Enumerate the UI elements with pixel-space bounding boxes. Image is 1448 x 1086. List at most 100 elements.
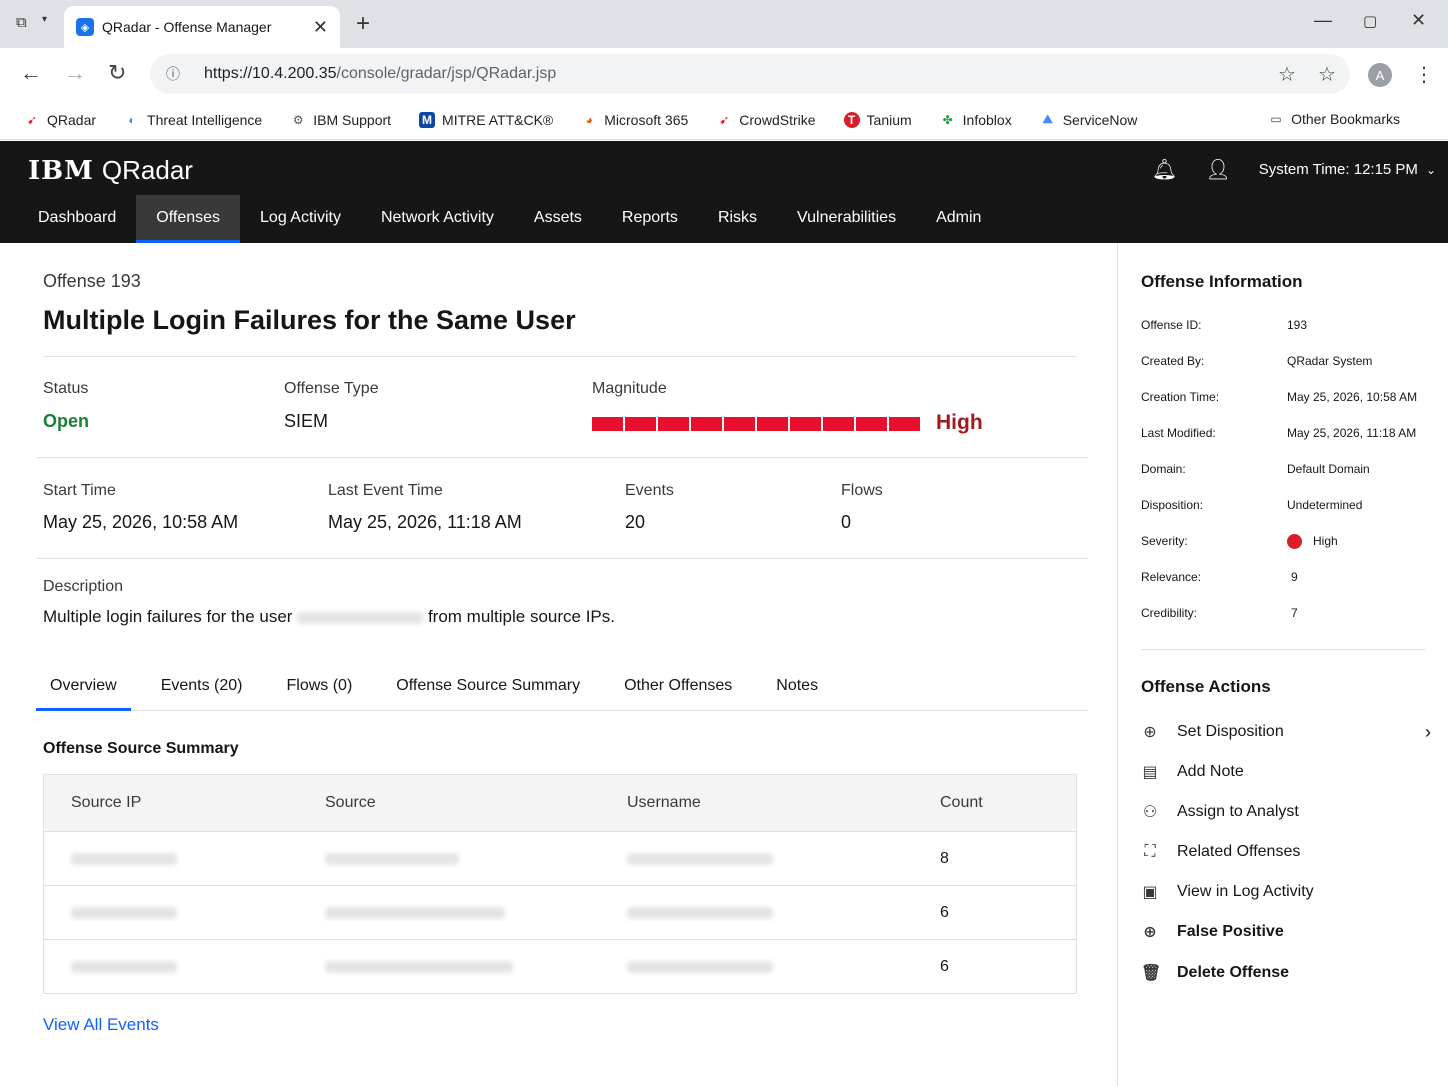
bookmark-threat-intelligence[interactable]: ◐ Threat Intelligence [124,112,262,128]
minimize-icon[interactable]: — [1314,10,1332,31]
assign-analyst-action[interactable]: ⚇ Assign to Analyst [1141,800,1431,824]
source-summary-table: Source IP Source Username Count 8 6 6 [43,774,1077,994]
bookmark-star-icon[interactable]: ☆ [1278,62,1296,87]
last-event-value: May 25, 2026, 11:18 AM [328,512,522,532]
browser-tab-bar: ⧉ ▾ ◈ QRadar - Offense Manager ✕ + — ▢ ✕ [0,0,1448,48]
events-value: 20 [625,512,646,532]
nav-network-activity[interactable]: Network Activity [361,195,514,243]
tab-overview[interactable]: Overview [36,667,131,711]
magnitude-segment [823,417,854,431]
tab-notes[interactable]: Notes [762,667,832,711]
table-row[interactable]: 6 [44,885,1076,939]
site-info-icon[interactable]: ⓘ [166,64,186,84]
back-icon[interactable]: ← [20,60,42,86]
divider [43,356,1077,357]
servicenow-icon: ⛰ [1042,112,1053,126]
redacted-username [627,960,773,973]
magnitude-segment [658,417,689,431]
trash-icon: 🗑︎ [1141,965,1162,982]
nav-vulnerabilities[interactable]: Vulnerabilities [777,195,916,243]
qradar-header: IBM QRadar 🔔︎ 👤︎ System Time: 12:15 PM ⌄ … [0,141,1448,243]
redacted-source-ip [71,960,177,973]
bookmark-qradar[interactable]: ➹ QRadar [24,112,96,128]
add-note-action[interactable]: ▤ Add Note [1141,760,1431,784]
forward-icon[interactable]: → [64,60,86,86]
bookmark-infoblox[interactable]: ✤ Infoblox [940,112,1012,128]
tab-actions-icon[interactable]: ⧉ [16,14,27,31]
nav-log-activity[interactable]: Log Activity [240,195,361,243]
bookmark-tanium[interactable]: T Tanium [843,111,912,128]
mitre-icon: M [419,111,436,128]
notifications-bell-icon[interactable]: 🔔︎ [1152,157,1177,182]
other-bookmarks[interactable]: ▭ Other Bookmarks [1268,111,1400,127]
delete-offense-action[interactable]: 🗑︎ Delete Offense [1141,961,1431,985]
related-offenses-action[interactable]: ⛶ Related Offenses [1141,840,1431,864]
bookmarks-icon[interactable]: ☆ [1318,62,1336,87]
info-creation-time: Creation Time: May 25, 2026, 10:58 AM [1141,390,1418,404]
offense-side-panel: Offense Information Offense ID: 193 Creat… [1117,243,1448,1086]
new-tab-button[interactable]: + [356,10,370,38]
bookmark-ibm-support[interactable]: ⚙ IBM Support [290,112,391,128]
reload-icon[interactable]: ↻ [108,60,126,86]
browser-menu-icon[interactable]: ⋮ [1414,62,1434,87]
bookmark-microsoft-365[interactable]: ◕ Microsoft 365 [581,112,689,128]
browser-tab-active[interactable]: ◈ QRadar - Offense Manager ✕ [64,6,340,48]
redacted-username [627,906,773,919]
info-severity: Severity: High [1141,534,1338,550]
info-relevance: Relevance: 9 [1141,570,1298,584]
globe-icon: ◐ [128,112,136,127]
tab-search-icon[interactable]: ▾ [42,14,47,25]
user-icon: ⚇ [1142,804,1158,821]
bookmark-mitre[interactable]: M MITRE ATT&CK® [419,111,553,128]
tab-events[interactable]: Events (20) [147,667,257,711]
close-window-icon[interactable]: ✕ [1411,10,1426,31]
document-view-icon: ▣ [1142,884,1158,901]
table-row[interactable]: 8 [44,831,1076,885]
tab-close-icon[interactable]: ✕ [313,17,328,38]
set-disposition-action[interactable]: ⊕ Set Disposition › [1141,720,1431,744]
magnitude-bar [592,417,922,431]
maximize-icon[interactable]: ▢ [1363,12,1377,30]
offense-number: Offense 193 [43,271,141,291]
view-log-activity-action[interactable]: ▣ View in Log Activity [1141,880,1431,904]
system-time[interactable]: System Time: 12:15 PM [1259,161,1418,178]
bookmark-servicenow[interactable]: ⛰ ServiceNow [1040,112,1138,128]
nav-dashboard[interactable]: Dashboard [18,195,136,243]
nav-admin[interactable]: Admin [916,195,1001,243]
chevron-down-icon[interactable]: ⌄ [1426,163,1436,177]
profile-avatar[interactable]: A [1368,63,1392,87]
tab-flows[interactable]: Flows (0) [273,667,367,711]
view-all-events-link[interactable]: View All Events [43,1015,159,1035]
divider [36,558,1088,559]
redacted-source [325,906,505,919]
magnitude-segment [625,417,656,431]
tab-offense-source-summary[interactable]: Offense Source Summary [382,667,594,711]
nav-reports[interactable]: Reports [602,195,698,243]
column-header-username[interactable]: Username [627,794,701,812]
address-bar[interactable]: ⓘ https://10.4.200.35/console/gradar/jsp… [150,54,1350,94]
user-profile-icon[interactable]: 👤︎ [1205,157,1230,182]
column-header-source-ip[interactable]: Source IP [71,794,141,812]
qradar-logo[interactable]: IBM QRadar [28,155,193,186]
magnitude-segment [724,417,755,431]
redacted-source-ip [71,852,177,865]
column-header-count[interactable]: Count [940,794,983,812]
table-row[interactable]: 6 [44,939,1076,993]
column-header-source[interactable]: Source [325,794,376,812]
flows-value: 0 [841,512,852,532]
divider [1141,649,1425,650]
magnitude-segment [889,417,920,431]
focus-icon: ⛶ [1144,843,1156,860]
false-positive-action[interactable]: ⊕ False Positive [1141,920,1431,944]
info-domain: Domain: Default Domain [1141,462,1370,476]
info-created-by: Created By: QRadar System [1141,354,1373,368]
nav-risks[interactable]: Risks [698,195,777,243]
folder-icon: ▭ [1270,112,1282,126]
info-disposition: Disposition: Undetermined [1141,498,1363,512]
bookmark-crowdstrike[interactable]: ➹ CrowdStrike [716,112,815,128]
tab-other-offenses[interactable]: Other Offenses [610,667,746,711]
nav-offenses[interactable]: Offenses [136,195,241,243]
magnitude-value: High [936,411,983,434]
url-host: https://10.4.200.35 [204,65,337,82]
nav-assets[interactable]: Assets [514,195,602,243]
